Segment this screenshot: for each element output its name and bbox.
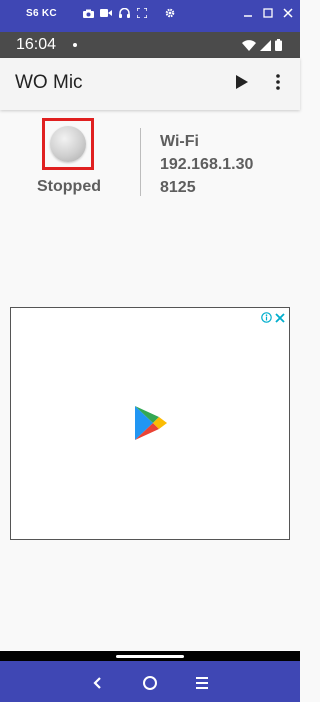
camera-icon[interactable] (82, 7, 94, 19)
status-time: 16:04 (16, 36, 57, 53)
mic-state-label: Stopped (37, 178, 101, 195)
status-bar: 16:04 (0, 32, 300, 58)
emulator-toolbar (82, 7, 176, 19)
mic-toggle-button[interactable] (42, 118, 94, 170)
emulator-title-bar: S6 KC (0, 0, 300, 32)
close-icon[interactable] (282, 6, 294, 20)
mic-state-indicator (50, 126, 86, 162)
fullscreen-icon[interactable] (136, 7, 148, 19)
navigation-bar (0, 661, 300, 702)
wifi-icon (242, 38, 256, 56)
battery-icon (275, 38, 282, 56)
maximize-icon[interactable] (262, 6, 274, 20)
port-label: 8125 (160, 179, 196, 196)
settings-icon[interactable] (164, 7, 176, 19)
emulator-title: S6 KC (26, 8, 57, 19)
play-icon (236, 75, 248, 89)
ip-address-label: 192.168.1.30 (160, 156, 254, 173)
transport-label: Wi-Fi (160, 133, 199, 150)
vertical-divider (140, 128, 141, 196)
back-icon[interactable] (88, 673, 108, 693)
headphones-icon[interactable] (118, 7, 130, 19)
close-icon[interactable] (275, 310, 285, 328)
info-icon[interactable] (261, 310, 272, 328)
video-icon[interactable] (100, 7, 112, 19)
connection-info: Wi-Fi 192.168.1.30 8125 (160, 130, 253, 199)
status-icons (242, 38, 282, 56)
home-icon[interactable] (140, 673, 160, 693)
ad-banner[interactable] (10, 307, 290, 540)
play-button[interactable] (232, 72, 252, 92)
ad-choices[interactable] (261, 310, 285, 328)
menu-icon[interactable] (192, 673, 212, 693)
cellular-signal-icon (260, 38, 271, 56)
app-title: WO Mic (15, 72, 83, 93)
minimize-icon[interactable] (242, 6, 254, 20)
notification-dot-icon (73, 43, 77, 47)
emulator-window-controls (242, 6, 294, 20)
gesture-handle[interactable] (116, 655, 184, 658)
more-options-button[interactable] (268, 70, 288, 94)
google-play-icon (133, 404, 169, 442)
more-vert-icon (276, 74, 280, 90)
app-bar: WO Mic (0, 58, 300, 110)
